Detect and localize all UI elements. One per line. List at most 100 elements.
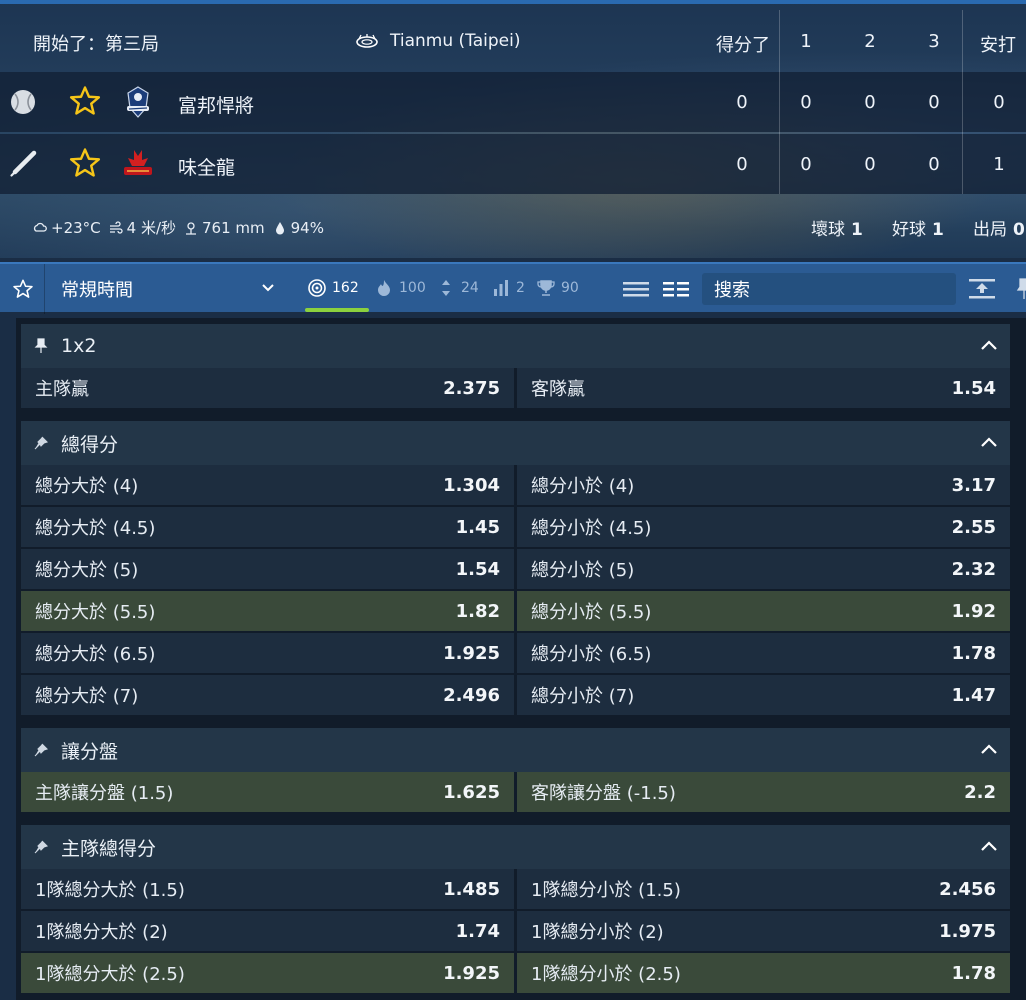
- fire-icon: [378, 280, 390, 296]
- pin-icon[interactable]: [33, 338, 49, 354]
- score-total: 0: [736, 154, 748, 175]
- odd-over[interactable]: 1隊總分大於 (2) 1.74: [21, 911, 514, 951]
- score-inning-3: 0: [928, 92, 940, 113]
- stat-all-markets[interactable]: 162: [308, 279, 359, 297]
- weather-info: +23°C 4 米/秒 761 mm 94%: [33, 217, 324, 238]
- odds-row: 總分大於 (5) 1.54 總分小於 (5) 2.32: [21, 549, 1010, 591]
- period-dropdown[interactable]: 常規時間: [45, 264, 291, 314]
- markets-list: 1x2 主隊贏 2.375 客隊贏 1.54 總得分 總分大於 (4) 1.304 總…: [16, 318, 1026, 1000]
- odds-row: 總分大於 (6.5) 1.925 總分小於 (6.5) 1.78: [21, 633, 1010, 675]
- score-inning-2: 0: [864, 154, 876, 175]
- odd-over[interactable]: 總分大於 (4.5) 1.45: [21, 507, 514, 547]
- stat-popular[interactable]: 100: [375, 279, 426, 297]
- chevron-up-icon[interactable]: [980, 743, 998, 755]
- odd-over[interactable]: 總分大於 (5.5) 1.82: [21, 591, 514, 631]
- odd-under[interactable]: 1隊總分小於 (2.5) 1.78: [517, 953, 1010, 993]
- pin-outline-icon[interactable]: [33, 435, 49, 451]
- odd-over[interactable]: 1隊總分大於 (2.5) 1.925: [21, 953, 514, 993]
- odd-over[interactable]: 總分大於 (6.5) 1.925: [21, 633, 514, 673]
- odd-home-handicap[interactable]: 主隊讓分盤 (1.5) 1.625: [21, 772, 514, 812]
- odd-under[interactable]: 總分小於 (4) 3.17: [517, 465, 1010, 505]
- col-head-runs: 得分了: [716, 35, 770, 56]
- market-title: 總得分: [61, 433, 119, 456]
- score-hits: 0: [993, 92, 1005, 113]
- bars-icon: [494, 280, 508, 296]
- team-row-away: 味全龍 0 0 0 0 1: [0, 134, 1026, 194]
- scoreboard: 開始了：第三局 Tianmu (Taipei) 得分了 1 2 3 安打 富邦悍…: [0, 0, 1026, 258]
- chevron-up-icon[interactable]: [980, 840, 998, 852]
- stat-specials[interactable]: 90: [537, 279, 579, 297]
- col-head-hits: 安打: [980, 35, 1016, 56]
- favorite-star-icon[interactable]: [68, 146, 102, 180]
- list-view-icon[interactable]: [622, 278, 650, 300]
- odd-home-win[interactable]: 主隊贏 2.375: [21, 368, 514, 408]
- market-header[interactable]: 總得分: [21, 421, 1010, 465]
- odd-under[interactable]: 總分小於 (5) 2.32: [517, 549, 1010, 589]
- pin-outline-icon[interactable]: [33, 742, 49, 758]
- team-name: 味全龍: [178, 157, 236, 179]
- favorite-star-icon[interactable]: [68, 84, 102, 118]
- market-header[interactable]: 讓分盤: [21, 728, 1010, 772]
- count-strikes: 好球 1: [892, 220, 944, 240]
- odd-under[interactable]: 總分小於 (7) 1.47: [517, 675, 1010, 715]
- chevron-down-icon: [262, 284, 274, 292]
- two-column-view-icon[interactable]: [662, 278, 690, 300]
- odds-row: 主隊讓分盤 (1.5) 1.625 客隊讓分盤 (-1.5) 2.2: [21, 772, 1010, 814]
- bat-icon: [10, 150, 37, 177]
- odds-row: 主隊贏 2.375 客隊贏 1.54: [21, 368, 1010, 410]
- pin-icon[interactable]: [1010, 277, 1026, 301]
- score-inning-1: 0: [800, 92, 812, 113]
- odd-under[interactable]: 總分小於 (6.5) 1.78: [517, 633, 1010, 673]
- market-header[interactable]: 主隊總得分: [21, 825, 1010, 869]
- odd-over[interactable]: 總分大於 (4) 1.304: [21, 465, 514, 505]
- baseball-icon: [11, 90, 35, 114]
- scoreboard-header: 開始了：第三局 Tianmu (Taipei) 得分了 1 2 3 安打: [0, 10, 1026, 72]
- stat-stats[interactable]: 2: [492, 279, 525, 297]
- pressure-icon: [186, 221, 197, 235]
- active-tab-indicator: [305, 308, 369, 312]
- pin-outline-icon[interactable]: [33, 839, 49, 855]
- humidity: 94%: [273, 219, 324, 237]
- chevron-up-icon[interactable]: [980, 339, 998, 351]
- odd-over[interactable]: 1隊總分大於 (1.5) 1.485: [21, 869, 514, 909]
- market-1x2: 1x2 主隊贏 2.375 客隊贏 1.54: [21, 324, 1010, 410]
- market-title: 讓分盤: [61, 740, 119, 763]
- odds-row: 1隊總分大於 (2) 1.74 1隊總分小於 (2) 1.975: [21, 911, 1010, 953]
- odd-away-win[interactable]: 客隊贏 1.54: [517, 368, 1010, 408]
- odd-under[interactable]: 總分小於 (4.5) 2.55: [517, 507, 1010, 547]
- col-head-inning-2: 2: [864, 31, 876, 52]
- odd-under[interactable]: 1隊總分小於 (2) 1.975: [517, 911, 1010, 951]
- odd-over[interactable]: 總分大於 (7) 2.496: [21, 675, 514, 715]
- wind: 4 米/秒: [109, 217, 176, 238]
- cloud-icon: [33, 222, 47, 232]
- match-status: 開始了：第三局: [33, 34, 159, 55]
- score-inning-1: 0: [800, 154, 812, 175]
- stadium-icon: [356, 34, 378, 48]
- count-balls: 壞球 1: [811, 220, 863, 240]
- odds-row: 總分大於 (4.5) 1.45 總分小於 (4.5) 2.55: [21, 507, 1010, 549]
- odd-under[interactable]: 1隊總分小於 (1.5) 2.456: [517, 869, 1010, 909]
- market-total-runs: 總得分 總分大於 (4) 1.304 總分小於 (4) 3.17 總分大於 (4.5…: [21, 421, 1010, 717]
- odd-under[interactable]: 總分小於 (5.5) 1.92: [517, 591, 1010, 631]
- odds-row: 1隊總分大於 (2.5) 1.925 1隊總分小於 (2.5) 1.78: [21, 953, 1010, 995]
- odds-row: 總分大於 (5.5) 1.82 總分小於 (5.5) 1.92: [21, 591, 1010, 633]
- team-logo-dragons: [124, 150, 152, 175]
- pressure: 761 mm: [184, 219, 265, 237]
- odd-away-handicap[interactable]: 客隊讓分盤 (-1.5) 2.2: [517, 772, 1010, 812]
- col-head-inning-3: 3: [928, 31, 940, 52]
- market-handicap: 讓分盤 主隊讓分盤 (1.5) 1.625 客隊讓分盤 (-1.5) 2.2: [21, 728, 1010, 814]
- score-inning-3: 0: [928, 154, 940, 175]
- search-placeholder: 搜索: [714, 280, 750, 301]
- odd-over[interactable]: 總分大於 (5) 1.54: [21, 549, 514, 589]
- favorite-star-icon[interactable]: [12, 278, 34, 300]
- stat-totals[interactable]: 24: [437, 279, 479, 297]
- collapse-all-icon[interactable]: [968, 277, 996, 301]
- chevron-up-icon[interactable]: [980, 436, 998, 448]
- team-row-home: 富邦悍將 0 0 0 0 0: [0, 72, 1026, 132]
- market-header[interactable]: 1x2: [21, 324, 1010, 368]
- market-title: 1x2: [61, 335, 97, 357]
- venue-name: Tianmu (Taipei): [390, 31, 521, 51]
- score-inning-2: 0: [864, 92, 876, 113]
- search-input[interactable]: 搜索: [702, 273, 956, 305]
- score-total: 0: [736, 92, 748, 113]
